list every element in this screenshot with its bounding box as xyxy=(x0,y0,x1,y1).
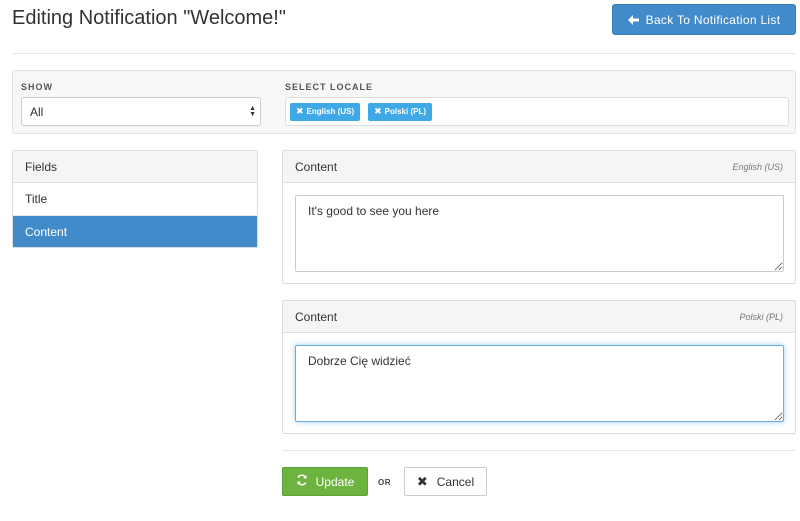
select-caret-icon: ▲ ▼ xyxy=(249,105,256,118)
content-textarea-pl[interactable]: Dobrze Cię widzieć xyxy=(295,345,784,422)
cancel-button-label: Cancel xyxy=(436,474,475,489)
update-button[interactable]: Update xyxy=(282,467,368,496)
content-panel-locale: English (US) xyxy=(732,161,783,172)
remove-chip-icon[interactable]: ✖ xyxy=(374,106,382,117)
fields-panel: Fields Title Content xyxy=(12,150,258,248)
content-textarea-en[interactable]: It's good to see you here xyxy=(295,195,784,272)
page-title: Editing Notification "Welcome!" xyxy=(12,7,286,29)
back-to-list-button[interactable]: Back To Notification List xyxy=(612,4,796,35)
content-panel-header: Content English (US) xyxy=(283,151,795,183)
locale-chip-label: English (US) xyxy=(306,107,355,116)
locale-chip-label: Polski (PL) xyxy=(384,107,426,116)
select-locale-label: SELECT LOCALE xyxy=(285,82,374,92)
remove-chip-icon[interactable]: ✖ xyxy=(296,106,304,117)
locale-chip-en[interactable]: ✖ English (US) xyxy=(290,102,361,121)
actions-divider xyxy=(282,450,796,451)
arrow-left-icon xyxy=(627,14,639,25)
back-button-label: Back To Notification List xyxy=(645,12,781,27)
field-item-content[interactable]: Content xyxy=(13,215,257,247)
filter-bar: SHOW All ▲ ▼ SELECT LOCALE ✖ English (US)… xyxy=(12,70,796,134)
refresh-icon xyxy=(296,474,308,489)
content-panel-en: Content English (US) It's good to see yo… xyxy=(282,150,796,284)
content-panel-locale: Polski (PL) xyxy=(739,311,783,322)
show-select-value: All xyxy=(30,104,44,119)
locale-multiselect[interactable]: ✖ English (US) ✖ Polski (PL) xyxy=(285,97,789,126)
show-label: SHOW xyxy=(21,82,53,92)
field-item-title[interactable]: Title xyxy=(13,183,257,215)
locale-chip-pl[interactable]: ✖ Polski (PL) xyxy=(368,102,432,121)
show-select[interactable]: All ▲ ▼ xyxy=(21,97,261,126)
cancel-button[interactable]: ✖ Cancel xyxy=(404,467,487,496)
content-panel-title: Content xyxy=(295,159,338,174)
fields-panel-header: Fields xyxy=(13,151,257,183)
content-panel-pl: Content Polski (PL) Dobrze Cię widzieć xyxy=(282,300,796,434)
close-icon: ✖ xyxy=(416,473,428,489)
content-panel-header: Content Polski (PL) xyxy=(283,301,795,333)
header-divider xyxy=(12,53,796,54)
or-separator: OR xyxy=(378,478,391,487)
content-panel-title: Content xyxy=(295,309,338,324)
update-button-label: Update xyxy=(315,474,355,489)
